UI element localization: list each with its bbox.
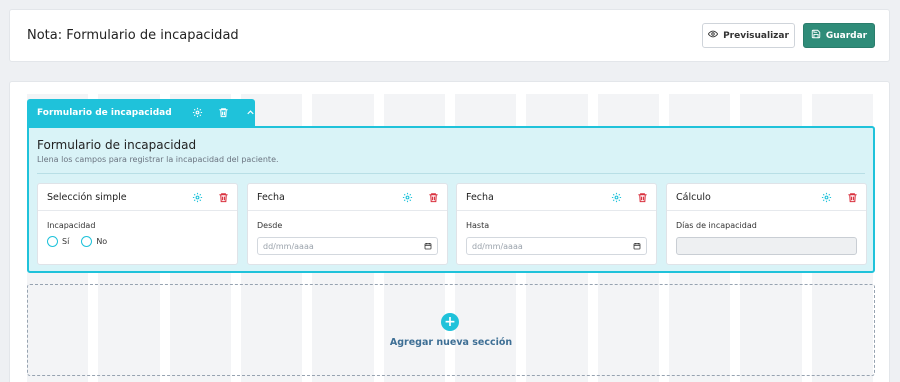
form-canvas: Formulario de incapacidad Formulario de … bbox=[9, 81, 890, 382]
section-tab-label: Formulario de incapacidad bbox=[37, 107, 172, 118]
gear-icon[interactable] bbox=[402, 192, 413, 203]
trash-icon[interactable] bbox=[847, 192, 858, 203]
card-title: Selección simple bbox=[47, 192, 127, 203]
calendar-icon[interactable] bbox=[633, 242, 641, 250]
calculation-output bbox=[676, 237, 857, 255]
card-header: Fecha bbox=[457, 184, 656, 211]
date-from-input[interactable]: dd/mm/aaaa bbox=[257, 237, 438, 255]
radio-no-label: No bbox=[96, 237, 108, 246]
radio-group: Sí No bbox=[47, 236, 107, 247]
field-card-single-select[interactable]: Selección simple Incapacidad Sí No bbox=[37, 183, 238, 265]
gear-icon[interactable] bbox=[192, 192, 203, 203]
card-title: Fecha bbox=[466, 192, 494, 203]
field-card-date-to[interactable]: Fecha Hasta dd/mm/aaaa bbox=[456, 183, 657, 265]
calendar-icon[interactable] bbox=[424, 242, 432, 250]
radio-si[interactable] bbox=[47, 236, 58, 247]
field-label: Desde bbox=[257, 221, 283, 230]
preview-label: Previsualizar bbox=[723, 30, 789, 41]
date-placeholder: dd/mm/aaaa bbox=[263, 242, 314, 251]
card-header: Fecha bbox=[248, 184, 447, 211]
save-icon bbox=[811, 29, 821, 42]
radio-no[interactable] bbox=[81, 236, 93, 247]
field-label: Incapacidad bbox=[47, 221, 96, 230]
preview-button[interactable]: Previsualizar bbox=[702, 23, 795, 48]
section-tab[interactable]: Formulario de incapacidad bbox=[27, 99, 255, 126]
card-header: Cálculo bbox=[667, 184, 866, 211]
trash-icon[interactable] bbox=[637, 192, 648, 203]
card-title: Fecha bbox=[257, 192, 285, 203]
section-description: Llena los campos para registrar la incap… bbox=[37, 155, 279, 164]
trash-icon[interactable] bbox=[218, 107, 229, 118]
section-title: Formulario de incapacidad bbox=[37, 138, 197, 152]
page-header: Nota: Formulario de incapacidad Previsua… bbox=[9, 9, 890, 62]
trash-icon[interactable] bbox=[428, 192, 439, 203]
gear-icon[interactable] bbox=[192, 107, 203, 118]
chevron-up-icon[interactable] bbox=[245, 107, 256, 118]
add-section-zone[interactable]: + Agregar nueva sección bbox=[27, 284, 875, 376]
gear-icon[interactable] bbox=[611, 192, 622, 203]
section-divider bbox=[37, 173, 865, 174]
date-placeholder: dd/mm/aaaa bbox=[472, 242, 523, 251]
field-label: Días de incapacidad bbox=[676, 221, 757, 230]
plus-icon[interactable]: + bbox=[441, 313, 459, 331]
eye-icon bbox=[707, 29, 719, 42]
add-section-label[interactable]: Agregar nueva sección bbox=[28, 337, 874, 348]
card-header: Selección simple bbox=[38, 184, 237, 211]
page-title: Nota: Formulario de incapacidad bbox=[27, 28, 239, 43]
field-label: Hasta bbox=[466, 221, 490, 230]
radio-si-label: Sí bbox=[62, 237, 70, 246]
card-title: Cálculo bbox=[676, 192, 711, 203]
date-to-input[interactable]: dd/mm/aaaa bbox=[466, 237, 647, 255]
form-section: Formulario de incapacidad Llena los camp… bbox=[27, 126, 875, 273]
save-label: Guardar bbox=[825, 30, 868, 41]
field-card-calculation[interactable]: Cálculo Días de incapacidad bbox=[666, 183, 867, 265]
trash-icon[interactable] bbox=[218, 192, 229, 203]
gear-icon[interactable] bbox=[821, 192, 832, 203]
save-button[interactable]: Guardar bbox=[803, 23, 875, 48]
field-card-date-from[interactable]: Fecha Desde dd/mm/aaaa bbox=[247, 183, 448, 265]
